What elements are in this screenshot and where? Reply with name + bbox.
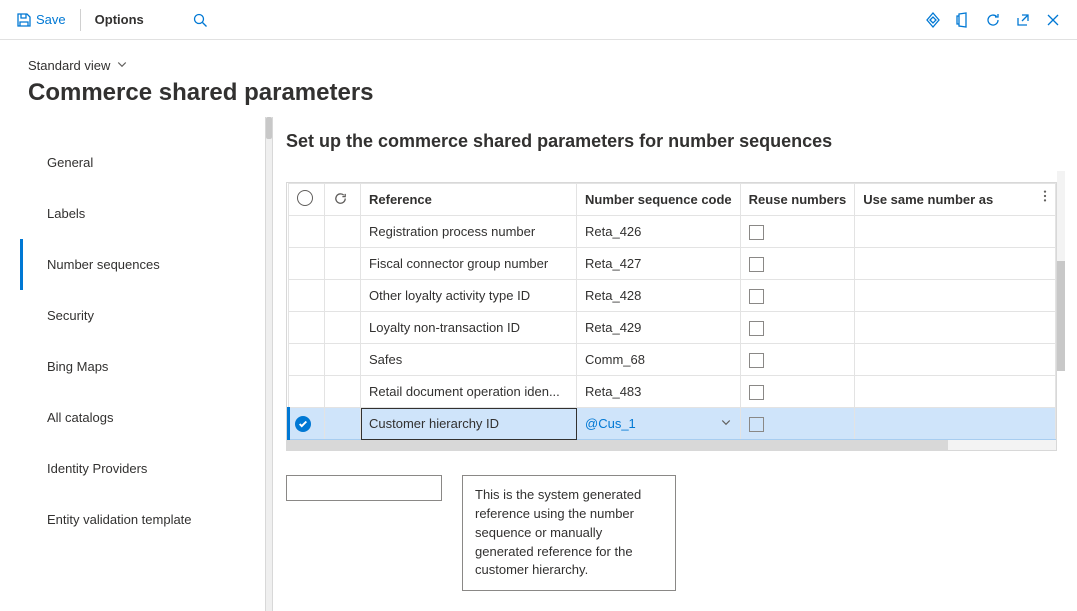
page-title: Commerce shared parameters [28, 79, 1049, 107]
view-switcher[interactable]: Standard view [28, 58, 128, 77]
save-label: Save [36, 12, 66, 27]
filter-input[interactable] [286, 475, 442, 501]
col-use-same[interactable]: Use same number as [855, 184, 1056, 216]
refresh-header[interactable] [325, 184, 361, 216]
below-grid-row: This is the system generated reference u… [286, 475, 1057, 591]
chevron-down-icon [720, 416, 732, 431]
table-row[interactable]: Retail document operation iden... Reta_4… [289, 376, 1056, 408]
content-area: General Labels Number sequences Security… [0, 117, 1077, 611]
toolbar-divider [80, 9, 81, 31]
attach-icon[interactable] [925, 12, 941, 28]
table-row[interactable]: Other loyalty activity type ID Reta_428 [289, 280, 1056, 312]
sidebar: General Labels Number sequences Security… [0, 117, 262, 611]
select-all-header[interactable] [289, 184, 325, 216]
select-all-icon [297, 190, 313, 206]
sidebar-item-general[interactable]: General [20, 137, 262, 188]
field-help-tooltip: This is the system generated reference u… [462, 475, 676, 591]
sidebar-item-number-sequences[interactable]: Number sequences [20, 239, 262, 290]
view-label-text: Standard view [28, 58, 110, 73]
chevron-down-icon [116, 58, 128, 73]
splitter[interactable] [262, 117, 276, 611]
options-button[interactable]: Options [87, 8, 152, 31]
sidebar-item-security[interactable]: Security [20, 290, 262, 341]
sidebar-item-all-catalogs[interactable]: All catalogs [20, 392, 262, 443]
top-toolbar: Save Options [0, 0, 1077, 40]
table-row[interactable]: Loyalty non-transaction ID Reta_429 [289, 312, 1056, 344]
sequence-code-dropdown[interactable]: @Cus_1 [577, 408, 741, 440]
popout-icon[interactable] [1015, 12, 1031, 28]
row-selected-icon[interactable] [295, 416, 311, 432]
table-row-selected[interactable]: Customer hierarchy ID @Cus_1 [289, 408, 1056, 440]
reuse-checkbox[interactable] [749, 289, 764, 304]
grid-options-icon[interactable] [1038, 189, 1052, 206]
search-button[interactable] [184, 8, 216, 32]
reuse-checkbox[interactable] [749, 353, 764, 368]
close-icon[interactable] [1045, 12, 1061, 28]
office-icon[interactable] [955, 12, 971, 28]
sidebar-item-entity-validation[interactable]: Entity validation template [20, 494, 262, 545]
sidebar-item-bing-maps[interactable]: Bing Maps [20, 341, 262, 392]
col-sequence-code[interactable]: Number sequence code [577, 184, 741, 216]
col-reuse[interactable]: Reuse numbers [740, 184, 855, 216]
col-reference[interactable]: Reference [361, 184, 577, 216]
grid: Reference Number sequence code Reuse num… [286, 182, 1057, 451]
horizontal-scrollbar[interactable] [287, 440, 1056, 450]
main-title: Set up the commerce shared parameters fo… [286, 131, 1057, 152]
reuse-checkbox[interactable] [749, 417, 764, 432]
vertical-scrollbar[interactable] [1057, 171, 1065, 371]
table-row[interactable]: Fiscal connector group number Reta_427 [289, 248, 1056, 280]
reuse-checkbox[interactable] [749, 385, 764, 400]
refresh-icon[interactable] [985, 12, 1001, 28]
sidebar-item-identity-providers[interactable]: Identity Providers [20, 443, 262, 494]
sidebar-item-labels[interactable]: Labels [20, 188, 262, 239]
main-panel: Set up the commerce shared parameters fo… [276, 117, 1077, 611]
grid-refresh-icon [333, 194, 348, 209]
table-row[interactable]: Registration process number Reta_426 [289, 216, 1056, 248]
table-row[interactable]: Safes Comm_68 [289, 344, 1056, 376]
search-icon [192, 12, 208, 28]
page-header: Standard view Commerce shared parameters [0, 40, 1077, 117]
reuse-checkbox[interactable] [749, 257, 764, 272]
grid-header-row: Reference Number sequence code Reuse num… [289, 184, 1056, 216]
reuse-checkbox[interactable] [749, 225, 764, 240]
reuse-checkbox[interactable] [749, 321, 764, 336]
save-button[interactable]: Save [8, 8, 74, 32]
options-label: Options [95, 12, 144, 27]
save-icon [16, 12, 32, 28]
